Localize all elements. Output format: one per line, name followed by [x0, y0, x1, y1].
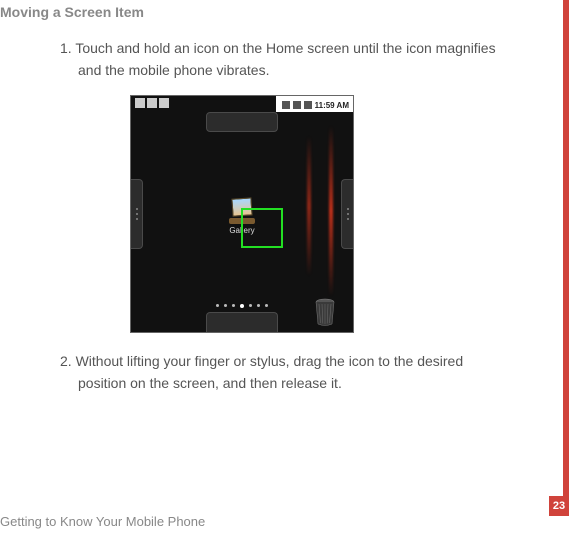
embedded-phone-screenshot: 11:59 AM Gallery	[130, 95, 520, 333]
step-1-number: 1.	[60, 40, 72, 56]
left-tab-handle	[131, 179, 143, 249]
top-tab-handle	[206, 112, 278, 132]
step-2-text: Without lifting your finger or stylus, d…	[76, 353, 464, 391]
status-bar: 11:59 AM	[276, 96, 353, 112]
notification-icon	[159, 98, 169, 108]
light-streak	[329, 126, 333, 296]
page-number-badge: 23	[549, 496, 569, 516]
signal-icon	[282, 101, 290, 109]
page-indicator-dots	[216, 304, 268, 308]
section-heading: Moving a Screen Item	[0, 4, 520, 20]
page-edge-strip	[563, 0, 569, 496]
bottom-tab-handle	[206, 312, 278, 332]
footer-section-title: Getting to Know Your Mobile Phone	[0, 514, 205, 529]
clock-text: 11:59 AM	[315, 101, 349, 110]
step-2: 2. Without lifting your finger or stylus…	[60, 351, 510, 394]
step-1-text: Touch and hold an icon on the Home scree…	[75, 40, 495, 78]
trash-icon	[313, 298, 337, 326]
notification-icons	[135, 98, 175, 112]
notification-icon	[147, 98, 157, 108]
battery-icon	[304, 101, 312, 109]
step-1: 1. Touch and hold an icon on the Home sc…	[60, 38, 510, 81]
phone-screen: 11:59 AM Gallery	[130, 95, 354, 333]
step-2-number: 2.	[60, 353, 72, 369]
network-icon	[293, 101, 301, 109]
right-tab-handle	[341, 179, 353, 249]
light-streak	[307, 136, 311, 276]
selection-highlight-box	[241, 208, 283, 248]
notification-icon	[135, 98, 145, 108]
page-edge-tab: 23	[549, 0, 569, 543]
